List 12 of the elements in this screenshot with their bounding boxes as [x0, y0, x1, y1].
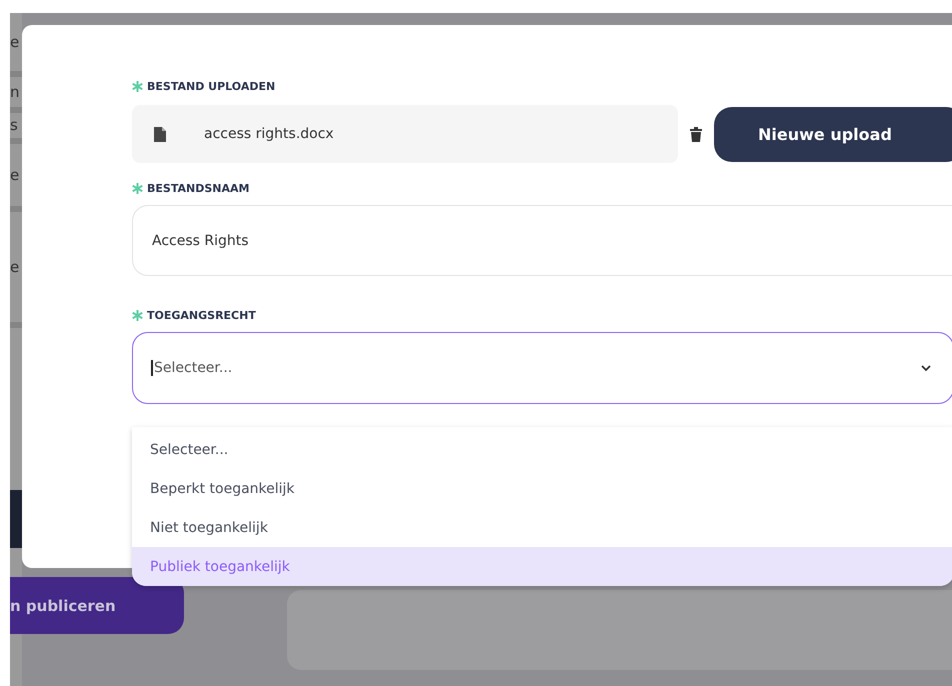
field-label: BESTAND UPLOADEN — [147, 80, 276, 92]
publish-button[interactable]: n publiceren — [10, 577, 184, 634]
new-upload-button[interactable]: Nieuwe upload — [714, 106, 952, 162]
file-name-field[interactable]: Access Rights — [132, 205, 952, 276]
file-icon — [154, 126, 166, 142]
access-select[interactable]: Selecteer... — [132, 332, 952, 404]
field-label: BESTANDSNAAM — [147, 182, 250, 194]
file-name: access rights.docx — [204, 126, 334, 142]
dropdown-option[interactable]: Publiek toegankelijk — [132, 547, 952, 586]
trash-icon[interactable] — [690, 126, 702, 142]
field-label: TOEGANGSRECHT — [147, 308, 256, 322]
chevron-down-icon — [921, 364, 931, 372]
